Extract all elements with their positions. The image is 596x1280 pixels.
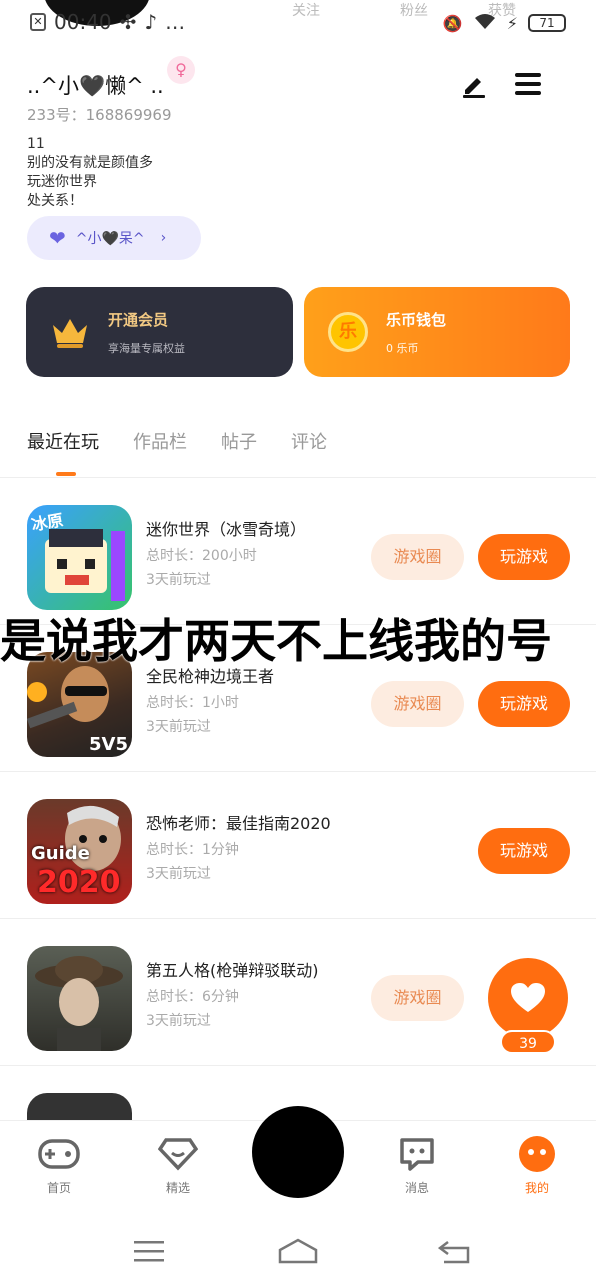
wallet-title: 乐币钱包	[386, 310, 447, 329]
user-id: 233号：168869969	[27, 106, 172, 124]
vip-subtitle: 享海量专属权益	[108, 341, 185, 355]
followers-label[interactable]: 粉丝	[400, 0, 428, 20]
game-last-played: 3天前玩过	[146, 572, 211, 588]
game-name: 第五人格(枪弹辩驳联动)	[146, 961, 319, 980]
list-item[interactable]: Guide 2020 恐怖老师：最佳指南2020 总时长：1分钟 3天前玩过 玩…	[0, 772, 596, 919]
more-status-icon: …	[165, 10, 186, 34]
nav-me[interactable]: 我的	[502, 1135, 572, 1196]
game-playtime: 总时长：6分钟	[146, 989, 239, 1005]
battery-icon: 71	[528, 14, 566, 32]
bio-line: 处关系！	[27, 193, 83, 209]
mute-icon: 🔕	[442, 13, 463, 33]
bio-line: 别的没有就是颜值多	[27, 155, 153, 171]
recent-apps-icon[interactable]	[134, 1240, 164, 1262]
play-game-button[interactable]: 玩游戏	[478, 828, 570, 874]
nav-messages-label: 消息	[404, 1181, 429, 1195]
charging-icon: ⚡	[506, 13, 518, 33]
game-circle-button[interactable]: 游戏圈	[371, 681, 464, 727]
gamepad-icon	[38, 1135, 80, 1173]
coin-icon: 乐	[328, 312, 368, 352]
tab-works[interactable]: 作品栏	[133, 428, 187, 454]
play-game-button[interactable]: 玩游戏	[478, 534, 570, 580]
game-playtime: 总时长：1分钟	[146, 842, 239, 858]
status-time: 00:40	[54, 10, 112, 34]
game-name: 恐怖老师：最佳指南2020	[146, 814, 331, 833]
music-status-icon: ♪	[144, 10, 158, 34]
fan-status-icon: ✣	[119, 10, 137, 34]
nav-featured-label: 精选	[165, 1181, 190, 1195]
identity-v-game-icon	[27, 946, 132, 1051]
like-count-badge: 39	[500, 1030, 556, 1054]
game-circle-button[interactable]: 游戏圈	[371, 975, 464, 1021]
game-last-played: 3天前玩过	[146, 1013, 211, 1029]
bio-line: 玩迷你世界	[27, 174, 97, 190]
game-name: 迷你世界（冰雪奇境）	[146, 520, 307, 539]
heart-icon	[511, 983, 545, 1012]
status-bar: ✕ 00:40 ✣ ♪ … 关注 粉丝 获赞 🔕 ⚡ 71	[0, 0, 596, 48]
menu-icon[interactable]	[515, 73, 541, 95]
close-notification-icon: ✕	[30, 13, 46, 31]
list-item[interactable]: 冰原 迷你世界（冰雪奇境） 总时长：200小时 3天前玩过 游戏圈 玩游戏	[0, 478, 596, 625]
floating-like-button[interactable]	[488, 958, 568, 1038]
game-playtime: 总时长：200小时	[146, 548, 257, 564]
tab-posts[interactable]: 帖子	[221, 428, 257, 454]
wallet-card[interactable]: 乐 乐币钱包 0 乐币	[304, 287, 570, 377]
edit-icon[interactable]	[461, 72, 487, 98]
fan-group-label: ^小🖤呆^	[75, 231, 145, 247]
purple-heart-icon: ❤	[49, 226, 66, 250]
chevron-right-icon: ›	[160, 230, 167, 246]
bio: 11 别的没有就是颜值多 玩迷你世界 处关系！	[27, 135, 567, 211]
coin-glyph: 乐	[328, 312, 368, 352]
tab-comments[interactable]: 评论	[291, 428, 327, 454]
game-last-played: 3天前玩过	[146, 866, 211, 882]
chat-icon	[396, 1135, 438, 1173]
teacher-icon-guide: Guide	[31, 843, 90, 864]
me-face-icon	[516, 1135, 558, 1173]
diamond-icon	[157, 1135, 199, 1173]
game-last-played: 3天前玩过	[146, 719, 211, 735]
nav-home-label: 首页	[46, 1181, 71, 1195]
nav-me-label: 我的	[524, 1181, 549, 1195]
vip-card[interactable]: 开通会员 享海量专属权益	[26, 287, 293, 377]
status-left: ✕ 00:40 ✣ ♪ …	[30, 10, 185, 34]
tab-indicator	[56, 472, 76, 476]
play-game-button[interactable]: 玩游戏	[478, 681, 570, 727]
scary-teacher-game-icon: Guide 2020	[27, 799, 132, 904]
status-right: 🔕 ⚡ 71	[443, 12, 566, 34]
system-nav-bar	[0, 1210, 596, 1280]
game-playtime: 总时长：1小时	[146, 695, 239, 711]
vip-title: 开通会员	[108, 310, 169, 329]
fan-group-button[interactable]: ❤ ^小🖤呆^ ›	[27, 216, 201, 260]
nav-home[interactable]: 首页	[24, 1135, 94, 1196]
bio-line: 11	[27, 136, 45, 152]
center-action-button[interactable]	[252, 1106, 344, 1198]
video-subtitle: 是说我才两天不上线我的号	[0, 614, 552, 668]
wallet-balance: 0 乐币	[386, 341, 419, 355]
content-tabs: 最近在玩 作品栏 帖子 评论	[27, 428, 327, 454]
wifi-icon	[473, 12, 497, 34]
following-label[interactable]: 关注	[292, 0, 320, 20]
teacher-icon-year: 2020	[37, 865, 121, 900]
profile-header: ..^小🖤懒^ .. ♀ 233号：168869969 11 别的没有就是颜值多…	[27, 56, 567, 211]
female-gender-icon: ♀	[167, 56, 195, 84]
tab-recent-played[interactable]: 最近在玩	[27, 428, 99, 454]
nav-messages[interactable]: 消息	[382, 1135, 452, 1196]
back-icon[interactable]	[438, 1240, 470, 1264]
crown-icon	[50, 312, 90, 352]
game-circle-button[interactable]: 游戏圈	[371, 534, 464, 580]
gun-game-icon-label: 5V5	[89, 734, 128, 755]
home-icon[interactable]	[278, 1238, 318, 1264]
mini-world-game-icon: 冰原	[27, 505, 132, 610]
nav-featured[interactable]: 精选	[143, 1135, 213, 1196]
